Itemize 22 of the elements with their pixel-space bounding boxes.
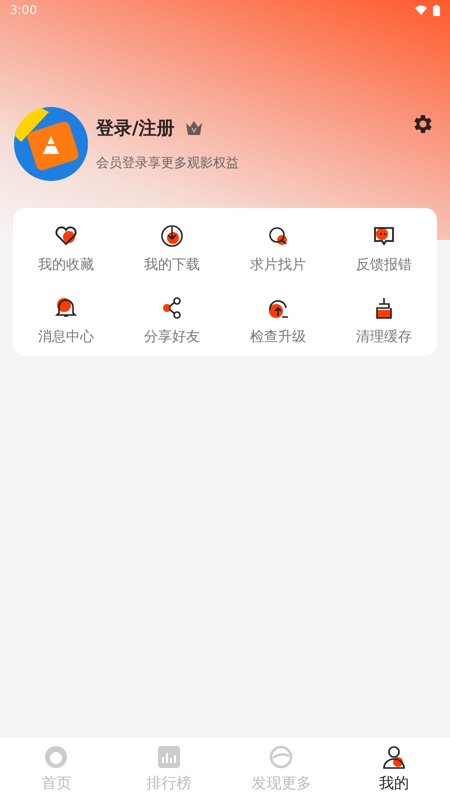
bell-icon — [54, 296, 78, 320]
menu-item[interactable]: 分享好友 — [119, 296, 225, 346]
menu-item[interactable]: 我的收藏 — [13, 224, 119, 274]
menu-item[interactable]: 消息中心 — [13, 296, 119, 346]
menu-item[interactable]: 反馈报错 — [331, 224, 437, 274]
nav-tab[interactable]: 我的 — [338, 737, 450, 800]
menu-item[interactable]: 求片找片 — [225, 224, 331, 274]
message-icon — [372, 224, 396, 248]
battery-icon — [433, 4, 440, 16]
user-icon — [380, 744, 407, 770]
chart-icon — [156, 744, 182, 770]
status-time: 3:00 — [10, 3, 37, 17]
login-register-link[interactable]: 登录/注册 — [96, 116, 175, 140]
heart-icon — [54, 224, 78, 248]
planet-icon — [268, 744, 294, 770]
member-subtitle: 会员登录享更多观影权益 — [96, 155, 240, 172]
menu-item[interactable]: 清理缓存 — [331, 296, 437, 346]
download-icon — [160, 224, 184, 248]
wifi-icon — [415, 5, 427, 15]
menu-item[interactable]: 我的下载 — [119, 224, 225, 274]
menu-item[interactable]: 检查升级 — [225, 296, 331, 346]
crown-icon — [184, 120, 203, 136]
